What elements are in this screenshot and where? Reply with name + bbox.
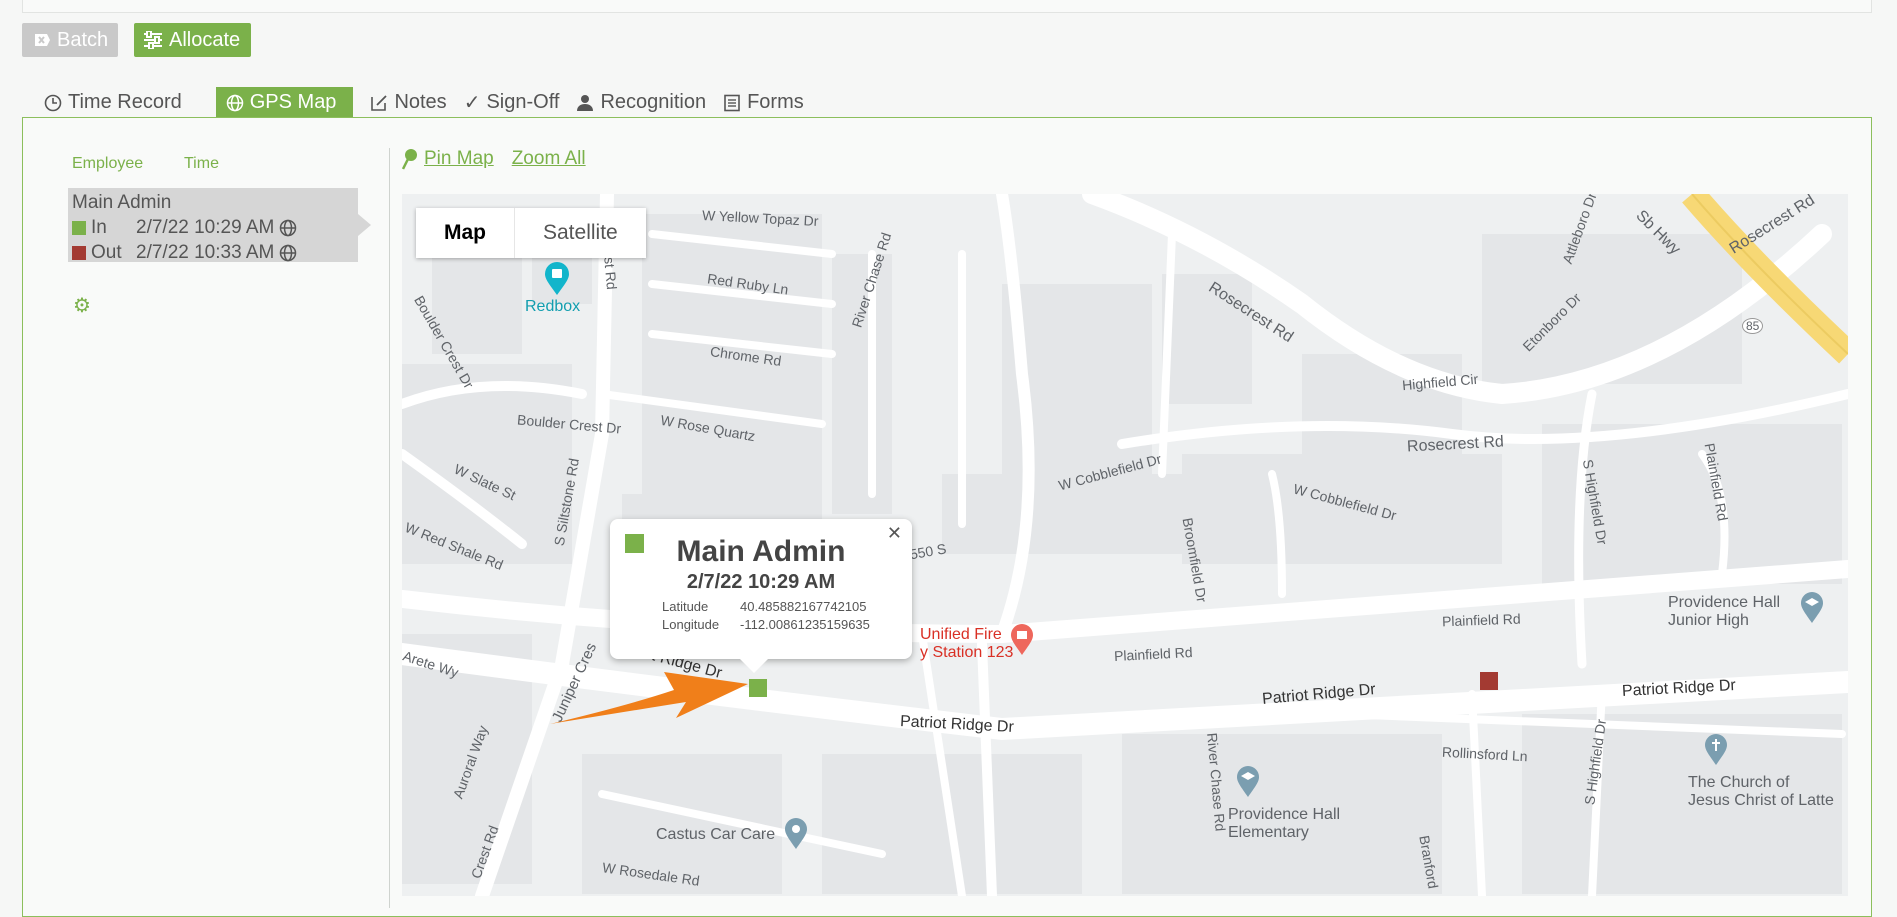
longitude-value: -112.00861235159635 xyxy=(740,617,870,632)
person-icon xyxy=(577,94,594,111)
tab-recognition[interactable]: Recognition xyxy=(576,87,723,118)
poi-label: Unified Fire xyxy=(920,626,1002,643)
poi-label: The Church of xyxy=(1688,774,1790,791)
punch-record[interactable]: Main Admin In 2/7/22 10:29 AM Out 2/7/22… xyxy=(68,188,371,265)
info-coordinates: Latitude 40.485882167742105 Longitude -112… xyxy=(662,599,870,635)
top-panel-edge xyxy=(22,0,1872,13)
school-pin-icon xyxy=(1801,592,1823,623)
poi-label: y Station 123 xyxy=(920,644,1014,661)
punch-type: Out xyxy=(91,241,122,263)
poi-label: Providence Hall xyxy=(1668,594,1781,611)
zoom-all-link[interactable]: Zoom All xyxy=(512,148,586,170)
check-icon: ✓ xyxy=(463,92,481,114)
punch-time: 2/7/22 10:29 AM xyxy=(136,216,275,238)
tab-forms[interactable]: Forms xyxy=(723,87,821,118)
tab-notes[interactable]: Notes xyxy=(370,87,463,118)
pin-icon xyxy=(402,149,417,170)
in-marker-swatch xyxy=(72,220,86,235)
longitude-label: Longitude xyxy=(662,617,720,632)
globe-icon[interactable] xyxy=(279,244,297,262)
allocate-label: Allocate xyxy=(169,28,241,51)
clock-icon xyxy=(44,94,62,111)
info-employee-name: Main Admin xyxy=(676,535,846,568)
punch-out-marker[interactable] xyxy=(1480,672,1498,690)
allocate-button[interactable]: Allocate xyxy=(134,23,251,57)
gps-map[interactable]: W Yellow Topaz Dr Red Ruby Ln Chrome Rd … xyxy=(402,194,1848,896)
church-pin-icon xyxy=(1705,734,1727,765)
pin-map-link[interactable]: Pin Map xyxy=(402,148,494,170)
panel-divider xyxy=(389,148,390,908)
poi-label: Redbox xyxy=(525,298,581,315)
redbox-pin-icon xyxy=(545,262,569,295)
info-punch-time: 2/7/22 10:29 AM xyxy=(686,571,836,593)
map-type-control: Map Satellite xyxy=(416,208,646,258)
punch-in-row[interactable]: In 2/7/22 10:29 AM xyxy=(72,215,354,240)
settings-gear-icon[interactable]: ⚙ xyxy=(73,293,91,318)
time-column-header[interactable]: Time xyxy=(184,155,219,173)
poi-label: Providence Hall xyxy=(1228,806,1341,823)
car-care-pin-icon xyxy=(785,818,807,849)
fire-station-pin-icon xyxy=(1011,624,1033,655)
poi-label: Jesus Christ of Latte xyxy=(1688,792,1834,809)
poi-label: Elementary xyxy=(1228,824,1309,841)
latitude-value: 40.485882167742105 xyxy=(740,599,867,614)
sliders-icon xyxy=(144,31,162,49)
map-type-satellite-button[interactable]: Satellite xyxy=(515,208,646,258)
punch-type: In xyxy=(91,216,107,238)
pointer-arrow-annotation xyxy=(550,672,748,724)
employee-column-header[interactable]: Employee xyxy=(72,155,143,173)
batch-icon xyxy=(35,34,50,46)
punch-out-row[interactable]: Out 2/7/22 10:33 AM xyxy=(72,240,354,265)
map-links: Pin Map Zoom All xyxy=(402,148,586,170)
tab-bar: Time Record GPS Map Notes ✓ Sign-Off Rec… xyxy=(44,87,821,118)
tab-time-record[interactable]: Time Record xyxy=(44,87,199,118)
tab-gps-map[interactable]: GPS Map xyxy=(215,87,354,118)
poi-label: Castus Car Care xyxy=(656,826,776,843)
employee-name: Main Admin xyxy=(72,191,172,213)
poi-label: Junior High xyxy=(1668,612,1749,629)
marker-info-window: ✕ Main Admin 2/7/22 10:29 AM Latitude 40.… xyxy=(610,519,912,673)
globe-icon[interactable] xyxy=(279,219,297,237)
punch-time: 2/7/22 10:33 AM xyxy=(136,241,275,263)
map-type-map-button[interactable]: Map xyxy=(416,208,515,258)
school-pin-icon xyxy=(1237,766,1259,797)
batch-button[interactable]: Batch xyxy=(22,23,118,57)
street-label: Plainfield Rd xyxy=(1441,610,1521,630)
latitude-label: Latitude xyxy=(662,599,709,614)
form-icon xyxy=(724,94,740,111)
globe-icon xyxy=(226,94,243,111)
note-icon xyxy=(371,94,388,111)
out-marker-swatch xyxy=(72,245,86,260)
batch-label: Batch xyxy=(57,28,109,51)
tab-sign-off[interactable]: ✓ Sign-Off xyxy=(464,87,577,118)
